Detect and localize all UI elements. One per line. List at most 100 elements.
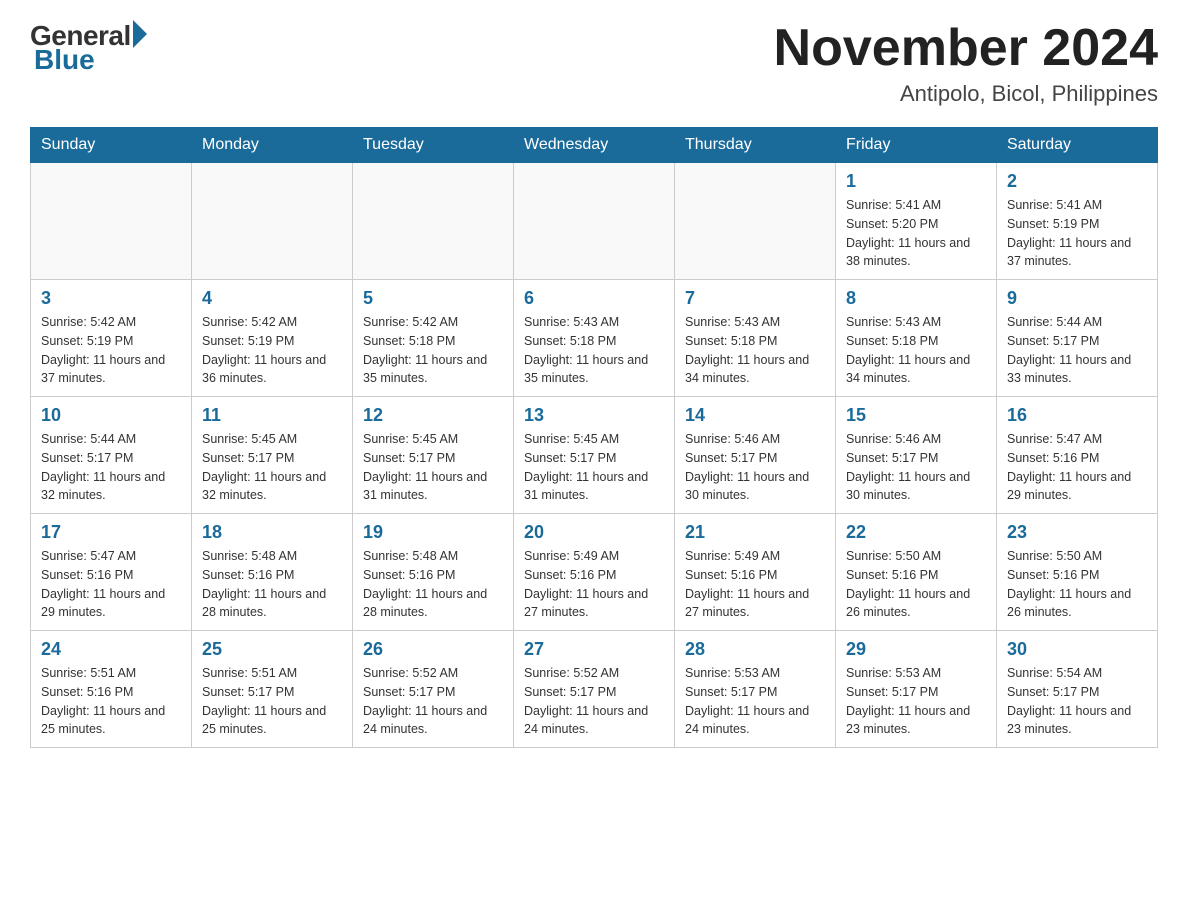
calendar-cell: 22 Sunrise: 5:50 AM Sunset: 5:16 PM Dayli…	[836, 514, 997, 631]
calendar-cell: 1 Sunrise: 5:41 AM Sunset: 5:20 PM Daylig…	[836, 163, 997, 280]
day-info: Sunrise: 5:41 AM Sunset: 5:19 PM Dayligh…	[1007, 196, 1147, 271]
calendar-cell: 10Sunrise: 5:44 AM Sunset: 5:17 PM Dayli…	[31, 397, 192, 514]
week-row-3: 10Sunrise: 5:44 AM Sunset: 5:17 PM Dayli…	[31, 397, 1158, 514]
day-header-thursday: Thursday	[675, 128, 836, 163]
day-number: 30	[1007, 639, 1147, 660]
day-number: 26	[363, 639, 503, 660]
day-number: 25	[202, 639, 342, 660]
week-row-5: 24Sunrise: 5:51 AM Sunset: 5:16 PM Dayli…	[31, 631, 1158, 748]
day-info: Sunrise: 5:43 AM Sunset: 5:18 PM Dayligh…	[685, 313, 825, 388]
day-info: Sunrise: 5:42 AM Sunset: 5:19 PM Dayligh…	[41, 313, 181, 388]
day-info: Sunrise: 5:47 AM Sunset: 5:16 PM Dayligh…	[1007, 430, 1147, 505]
day-header-wednesday: Wednesday	[514, 128, 675, 163]
day-number: 4	[202, 288, 342, 309]
calendar-cell: 8 Sunrise: 5:43 AM Sunset: 5:18 PM Daylig…	[836, 280, 997, 397]
calendar-cell: 5 Sunrise: 5:42 AM Sunset: 5:18 PM Daylig…	[353, 280, 514, 397]
day-number: 5	[363, 288, 503, 309]
calendar-cell: 2 Sunrise: 5:41 AM Sunset: 5:19 PM Daylig…	[997, 163, 1158, 280]
day-number: 17	[41, 522, 181, 543]
day-info: Sunrise: 5:48 AM Sunset: 5:16 PM Dayligh…	[202, 547, 342, 622]
calendar-cell	[675, 163, 836, 280]
calendar-cell: 21 Sunrise: 5:49 AM Sunset: 5:16 PM Dayli…	[675, 514, 836, 631]
day-number: 23	[1007, 522, 1147, 543]
day-header-sunday: Sunday	[31, 128, 192, 163]
calendar-cell: 27 Sunrise: 5:52 AM Sunset: 5:17 PM Dayli…	[514, 631, 675, 748]
day-info: Sunrise: 5:50 AM Sunset: 5:16 PM Dayligh…	[1007, 547, 1147, 622]
calendar-cell: 13Sunrise: 5:45 AM Sunset: 5:17 PM Dayli…	[514, 397, 675, 514]
calendar-cell: 15Sunrise: 5:46 AM Sunset: 5:17 PM Dayli…	[836, 397, 997, 514]
day-number: 27	[524, 639, 664, 660]
day-number: 14	[685, 405, 825, 426]
day-info: Sunrise: 5:43 AM Sunset: 5:18 PM Dayligh…	[846, 313, 986, 388]
calendar-table: SundayMondayTuesdayWednesdayThursdayFrid…	[30, 127, 1158, 748]
day-info: Sunrise: 5:41 AM Sunset: 5:20 PM Dayligh…	[846, 196, 986, 271]
day-header-friday: Friday	[836, 128, 997, 163]
calendar-header-row: SundayMondayTuesdayWednesdayThursdayFrid…	[31, 128, 1158, 163]
calendar-cell	[514, 163, 675, 280]
day-info: Sunrise: 5:51 AM Sunset: 5:16 PM Dayligh…	[41, 664, 181, 739]
day-number: 3	[41, 288, 181, 309]
day-info: Sunrise: 5:47 AM Sunset: 5:16 PM Dayligh…	[41, 547, 181, 622]
day-info: Sunrise: 5:49 AM Sunset: 5:16 PM Dayligh…	[685, 547, 825, 622]
day-info: Sunrise: 5:44 AM Sunset: 5:17 PM Dayligh…	[1007, 313, 1147, 388]
day-number: 1	[846, 171, 986, 192]
day-info: Sunrise: 5:54 AM Sunset: 5:17 PM Dayligh…	[1007, 664, 1147, 739]
calendar-cell: 28 Sunrise: 5:53 AM Sunset: 5:17 PM Dayli…	[675, 631, 836, 748]
day-info: Sunrise: 5:45 AM Sunset: 5:17 PM Dayligh…	[363, 430, 503, 505]
month-title: November 2024	[774, 20, 1158, 77]
day-info: Sunrise: 5:50 AM Sunset: 5:16 PM Dayligh…	[846, 547, 986, 622]
day-info: Sunrise: 5:46 AM Sunset: 5:17 PM Dayligh…	[846, 430, 986, 505]
calendar-cell: 19Sunrise: 5:48 AM Sunset: 5:16 PM Dayli…	[353, 514, 514, 631]
calendar-cell: 17 Sunrise: 5:47 AM Sunset: 5:16 PM Dayli…	[31, 514, 192, 631]
day-info: Sunrise: 5:53 AM Sunset: 5:17 PM Dayligh…	[846, 664, 986, 739]
day-number: 18	[202, 522, 342, 543]
calendar-cell: 9 Sunrise: 5:44 AM Sunset: 5:17 PM Daylig…	[997, 280, 1158, 397]
week-row-2: 3 Sunrise: 5:42 AM Sunset: 5:19 PM Daylig…	[31, 280, 1158, 397]
day-number: 11	[202, 405, 342, 426]
day-info: Sunrise: 5:52 AM Sunset: 5:17 PM Dayligh…	[363, 664, 503, 739]
day-number: 6	[524, 288, 664, 309]
calendar-cell: 11Sunrise: 5:45 AM Sunset: 5:17 PM Dayli…	[192, 397, 353, 514]
calendar-cell	[353, 163, 514, 280]
day-number: 22	[846, 522, 986, 543]
calendar-cell	[192, 163, 353, 280]
day-header-monday: Monday	[192, 128, 353, 163]
calendar-cell: 20 Sunrise: 5:49 AM Sunset: 5:16 PM Dayli…	[514, 514, 675, 631]
calendar-cell: 4Sunrise: 5:42 AM Sunset: 5:19 PM Daylig…	[192, 280, 353, 397]
calendar-cell: 26 Sunrise: 5:52 AM Sunset: 5:17 PM Dayli…	[353, 631, 514, 748]
day-info: Sunrise: 5:53 AM Sunset: 5:17 PM Dayligh…	[685, 664, 825, 739]
calendar-cell: 29Sunrise: 5:53 AM Sunset: 5:17 PM Dayli…	[836, 631, 997, 748]
day-number: 7	[685, 288, 825, 309]
calendar-cell: 14 Sunrise: 5:46 AM Sunset: 5:17 PM Dayli…	[675, 397, 836, 514]
day-number: 13	[524, 405, 664, 426]
calendar-cell: 16Sunrise: 5:47 AM Sunset: 5:16 PM Dayli…	[997, 397, 1158, 514]
calendar-cell: 12 Sunrise: 5:45 AM Sunset: 5:17 PM Dayli…	[353, 397, 514, 514]
location-text: Antipolo, Bicol, Philippines	[774, 81, 1158, 107]
logo-blue-text: Blue	[34, 44, 95, 76]
calendar-cell: 6 Sunrise: 5:43 AM Sunset: 5:18 PM Daylig…	[514, 280, 675, 397]
calendar-cell: 25Sunrise: 5:51 AM Sunset: 5:17 PM Dayli…	[192, 631, 353, 748]
day-number: 9	[1007, 288, 1147, 309]
day-number: 8	[846, 288, 986, 309]
day-info: Sunrise: 5:46 AM Sunset: 5:17 PM Dayligh…	[685, 430, 825, 505]
day-header-saturday: Saturday	[997, 128, 1158, 163]
day-number: 20	[524, 522, 664, 543]
day-info: Sunrise: 5:42 AM Sunset: 5:18 PM Dayligh…	[363, 313, 503, 388]
calendar-cell: 24Sunrise: 5:51 AM Sunset: 5:16 PM Dayli…	[31, 631, 192, 748]
week-row-1: 1 Sunrise: 5:41 AM Sunset: 5:20 PM Daylig…	[31, 163, 1158, 280]
day-number: 21	[685, 522, 825, 543]
day-info: Sunrise: 5:49 AM Sunset: 5:16 PM Dayligh…	[524, 547, 664, 622]
calendar-cell: 18 Sunrise: 5:48 AM Sunset: 5:16 PM Dayli…	[192, 514, 353, 631]
day-info: Sunrise: 5:43 AM Sunset: 5:18 PM Dayligh…	[524, 313, 664, 388]
day-number: 28	[685, 639, 825, 660]
day-info: Sunrise: 5:52 AM Sunset: 5:17 PM Dayligh…	[524, 664, 664, 739]
calendar-cell: 7 Sunrise: 5:43 AM Sunset: 5:18 PM Daylig…	[675, 280, 836, 397]
page-header: General Blue November 2024 Antipolo, Bic…	[30, 20, 1158, 107]
day-header-tuesday: Tuesday	[353, 128, 514, 163]
day-number: 12	[363, 405, 503, 426]
calendar-cell: 30 Sunrise: 5:54 AM Sunset: 5:17 PM Dayli…	[997, 631, 1158, 748]
logo: General Blue	[30, 20, 147, 76]
day-number: 2	[1007, 171, 1147, 192]
day-number: 10	[41, 405, 181, 426]
day-number: 19	[363, 522, 503, 543]
